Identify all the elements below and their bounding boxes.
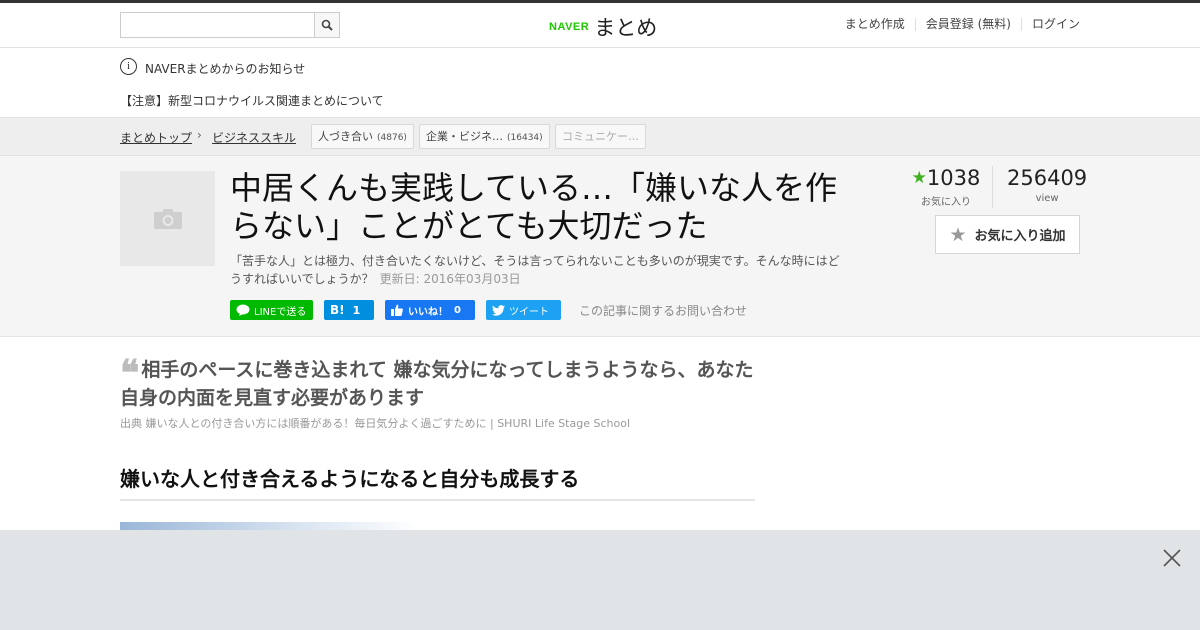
add-favorite-button[interactable]: ★ お気に入り追加 (935, 215, 1080, 254)
info-icon: i (120, 58, 137, 75)
thumbnail-placeholder (120, 171, 215, 266)
facebook-like-count: 0 (454, 304, 461, 316)
quote-source[interactable]: 出典 嫌いな人との付き合い方には順番がある！毎日気分よく過ごすために | SHU… (120, 415, 630, 431)
login-link[interactable]: ログイン (1020, 18, 1080, 31)
search-icon (321, 19, 333, 31)
logo-naver: NAVER (549, 21, 590, 33)
chevron-right-icon: › (197, 128, 202, 142)
tag-label: コミュニケー… (562, 130, 639, 143)
notice-link[interactable]: 【注意】新型コロナウイルス関連まとめについて (120, 92, 384, 109)
views-stat: 256409 view (993, 166, 1087, 208)
add-favorite-label: お気に入り追加 (974, 229, 1066, 244)
camera-icon (153, 208, 182, 229)
hatena-count: 1 (352, 303, 361, 317)
tag-count: (4876) (377, 133, 407, 143)
article-stats: ★1038 お気に入り 256409 view (910, 166, 1087, 208)
views-label: view (1035, 193, 1059, 204)
star-icon: ★ (911, 168, 927, 188)
breadcrumb-category[interactable]: ビジネススキル (212, 129, 296, 146)
favorites-stat: ★1038 お気に入り (910, 166, 993, 208)
tweet-label: ツイート (509, 306, 549, 318)
line-share-label: LINEで送る (254, 306, 307, 318)
register-link[interactable]: 会員登録 (無料) (914, 18, 1021, 31)
notice-heading[interactable]: NAVERまとめからのお知らせ (145, 60, 305, 77)
search-button[interactable] (314, 13, 339, 37)
description-text: 「苦手な人」とは極力、付き合いたくないけど、そうは言ってられないことも多いのが現… (230, 254, 840, 286)
views-count: 256409 (1007, 166, 1088, 190)
article-title: 中居くんも実践している…「嫌いな人を作らない」ことがとても大切だった (230, 169, 838, 245)
section-heading: 嫌いな人と付き合えるようになると自分も成長する (120, 463, 755, 501)
site-logo[interactable]: NAVER まとめ (549, 12, 657, 42)
tag-business[interactable]: 企業・ビジネ… (16434) (419, 124, 550, 149)
tweet-button[interactable]: ツイート (486, 300, 561, 320)
line-icon (236, 304, 250, 316)
create-matome-link[interactable]: まとめ作成 (835, 18, 915, 31)
updated-date: 更新日: 2016年03月03日 (379, 272, 521, 286)
site-header: NAVER まとめ まとめ作成 会員登録 (無料) ログイン (0, 3, 1200, 48)
favorites-label: お気に入り (921, 197, 971, 208)
tag-count: (16434) (507, 133, 543, 143)
twitter-bird-icon (492, 304, 505, 316)
article-description: 「苦手な人」とは極力、付き合いたくないけど、そうは言ってられないことも多いのが現… (230, 252, 850, 288)
breadcrumb-top[interactable]: まとめトップ (120, 129, 192, 146)
tag-ningen[interactable]: 人づき合い (4876) (311, 124, 414, 149)
contact-link[interactable]: この記事に関するお問い合わせ (579, 302, 747, 319)
notice-area: i NAVERまとめからのお知らせ 【注意】新型コロナウイルス関連まとめについて (0, 48, 1200, 118)
facebook-like-button[interactable]: いいね！ 0 (385, 300, 475, 320)
hatena-bookmark-button[interactable]: B! 1 (324, 300, 374, 320)
share-bar: LINEで送る B! 1 いいね！ 0 ツイート この記事に関するお問い合わせ (230, 300, 747, 320)
tag-label: 人づき合い (318, 130, 373, 143)
header-links: まとめ作成 会員登録 (無料) ログイン (835, 18, 1080, 31)
line-share-button[interactable]: LINEで送る (230, 300, 313, 320)
article-header: 中居くんも実践している…「嫌いな人を作らない」ことがとても大切だった 「苦手な人… (0, 156, 1200, 337)
star-outline-icon: ★ (949, 223, 967, 246)
tag-communication[interactable]: コミュニケー… (555, 124, 646, 149)
facebook-like-label: いいね！ (408, 306, 448, 318)
search-box (120, 12, 340, 38)
favorites-count: 1038 (926, 166, 981, 190)
close-icon[interactable] (1160, 546, 1184, 570)
search-input[interactable] (121, 13, 314, 37)
thumbs-up-icon (391, 304, 403, 316)
logo-matome: まとめ (594, 16, 658, 40)
quote-text: 相手のペースに巻き込まれて 嫌な気分になってしまうようなら、あなた自身の内面を見… (120, 359, 754, 409)
tag-label: 企業・ビジネ… (426, 130, 503, 143)
breadcrumb: まとめトップ › ビジネススキル 人づき合い (4876) 企業・ビジネ… (164… (0, 118, 1200, 156)
ad-overlay (0, 530, 1200, 630)
quote-block: ❝ 相手のペースに巻き込まれて 嫌な気分になってしまうようなら、あなた自身の内面を… (120, 355, 760, 412)
hatena-icon: B! (330, 303, 345, 317)
favorites-count-row: ★1038 (910, 166, 982, 190)
